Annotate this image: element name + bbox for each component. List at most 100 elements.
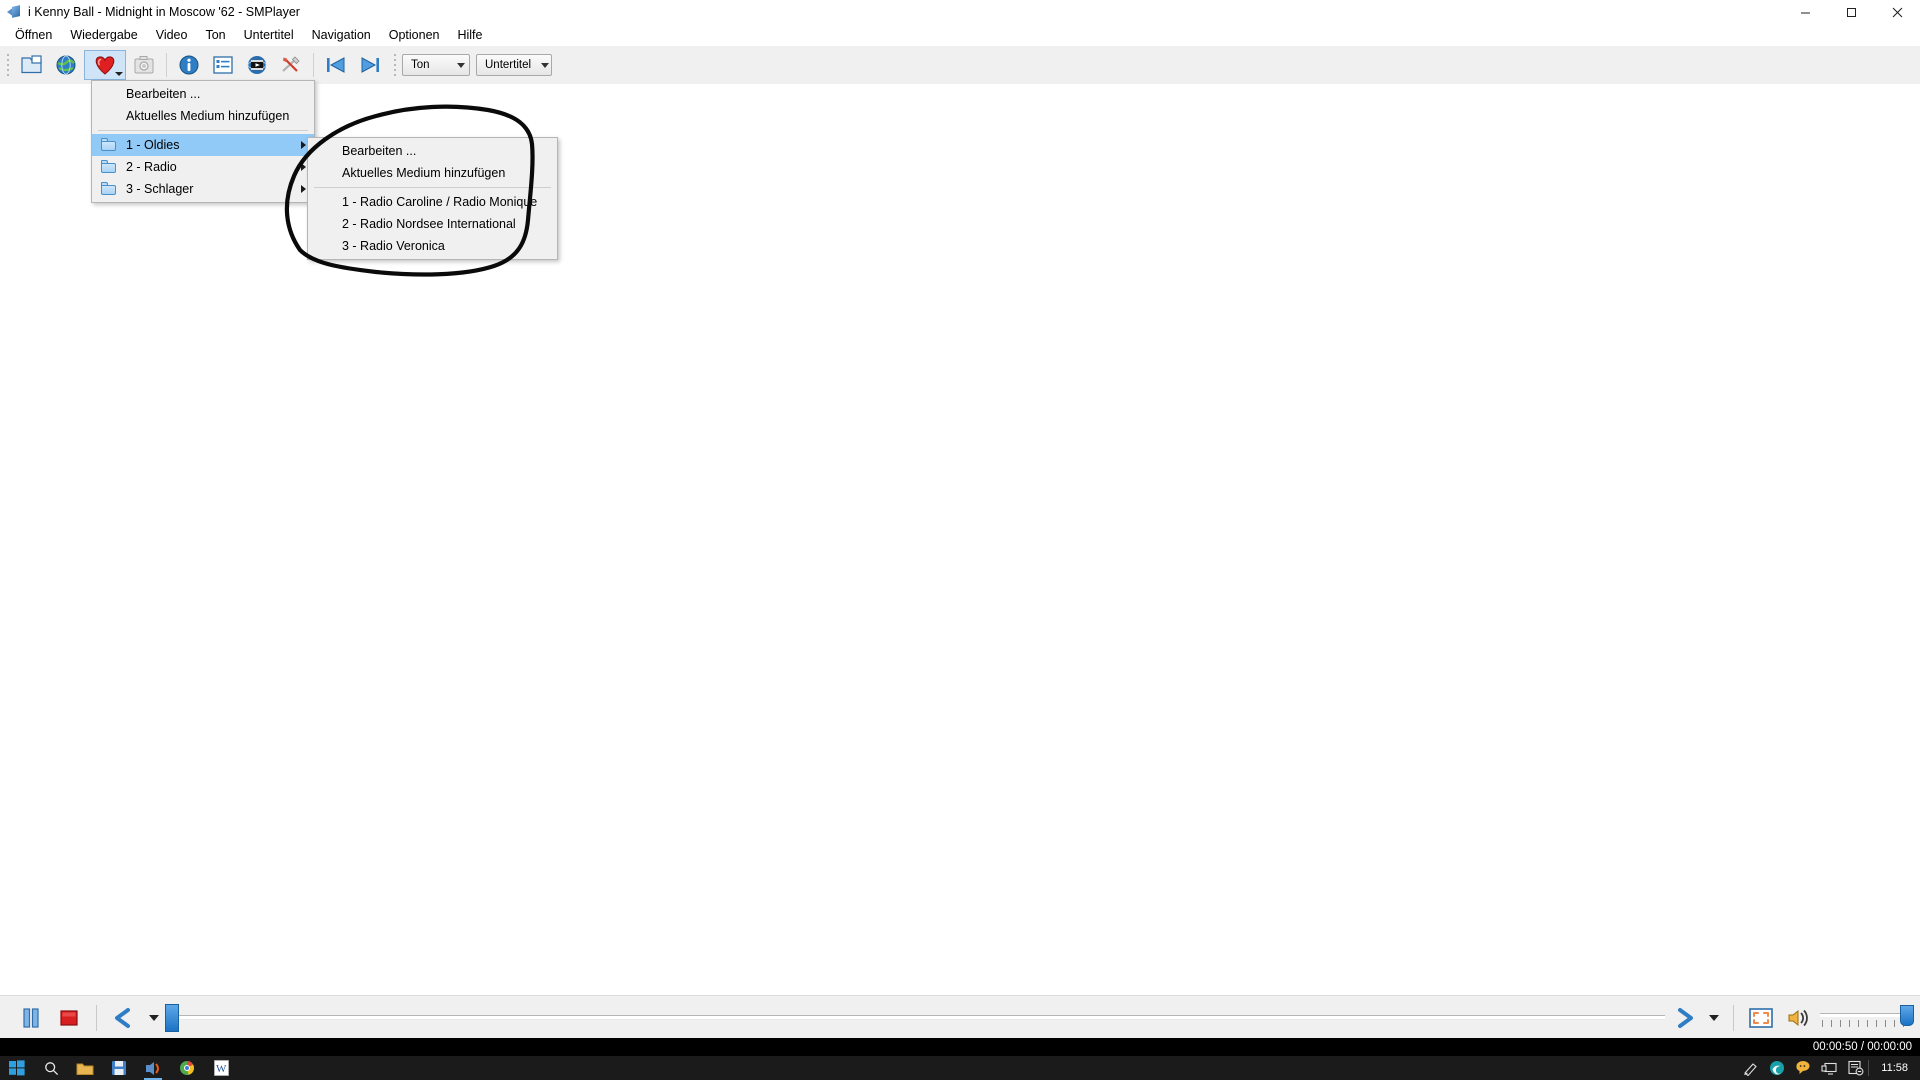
minimize-button[interactable] [1782,0,1828,24]
pen-icon [1744,1062,1758,1076]
rewind-icon [115,1007,130,1028]
menubar-item-video[interactable]: Video [147,26,197,44]
folder-icon [101,138,117,151]
open-url-button[interactable] [50,50,82,80]
volume-ticks [1822,1019,1912,1027]
tray-divider [1868,1060,1870,1076]
preferences-button[interactable] [275,50,307,80]
screenshot-button[interactable] [128,50,160,80]
taskbar-tray: 11:58 [1738,1056,1920,1080]
camera-icon [134,56,154,74]
search-button[interactable] [34,1056,68,1080]
menubar-item-ton[interactable]: Ton [196,26,234,44]
favorites-edit-label: Bearbeiten ... [126,87,201,101]
seek-track[interactable] [179,1015,1665,1020]
toolbar-grip[interactable] [4,52,12,78]
next-button[interactable] [354,50,386,80]
playlist-button[interactable] [207,50,239,80]
title-bar: i Kenny Ball - Midnight in Moscow '62 - … [0,0,1920,24]
volume-handle[interactable] [1900,1004,1914,1026]
taskbar-smplayer[interactable] [136,1056,170,1080]
favorites-folder-radio[interactable]: 2 - Radio [92,156,314,178]
skip-next-icon [361,57,379,73]
speaker-icon [1788,1009,1808,1026]
menubar-item-wiedergabe[interactable]: Wiedergabe [61,26,146,44]
volume-track[interactable] [1820,1012,1912,1017]
globe-icon [56,55,76,75]
submenu-add-current[interactable]: Aktuelles Medium hinzufügen [308,162,557,184]
menu-separator [98,130,308,131]
tray-edge-icon[interactable] [1764,1056,1790,1080]
submenu-edit[interactable]: Bearbeiten ... [308,140,557,162]
taskbar-clock[interactable]: 11:58 [1873,1062,1920,1074]
folder-icon [76,1063,94,1075]
pause-icon [23,1007,39,1028]
favorites-menu: Bearbeiten ... Aktuelles Medium hinzufüg… [91,80,315,203]
favorites-edit[interactable]: Bearbeiten ... [92,83,314,105]
tray-pen-icon[interactable] [1738,1056,1764,1080]
open-file-button[interactable] [16,50,48,80]
forward-dropdown[interactable] [1703,1001,1725,1035]
folder-icon [101,160,117,173]
submenu-station-2-label: 2 - Radio Nordsee International [342,217,516,231]
menubar-item-offnen[interactable]: Öffnen [6,26,61,44]
mute-button[interactable] [1780,1001,1818,1035]
chevron-right-icon [301,163,306,171]
submenu-station-1[interactable]: 1 - Radio Caroline / Radio Monique [308,191,557,213]
fullscreen-button[interactable] [1742,1001,1780,1035]
taskbar-word[interactable]: W [204,1056,238,1080]
submenu-station-3[interactable]: 3 - Radio Veronica [308,235,557,257]
seek-slider[interactable] [165,1001,1665,1035]
video-preview-button[interactable] [241,50,273,80]
chevron-down-icon [1709,1014,1719,1021]
smplayer-window: i Kenny Ball - Midnight in Moscow '62 - … [0,0,1920,1080]
chevron-down-icon[interactable] [115,72,123,76]
taskview-button[interactable] [68,1056,102,1080]
taskbar-browser[interactable] [170,1056,204,1080]
info-button[interactable] [173,50,205,80]
toolbar-grip-2[interactable] [391,52,399,78]
seek-handle[interactable] [165,1003,179,1032]
favorites-button[interactable] [84,50,126,80]
audio-track-label: Ton [411,59,430,71]
submenu-station-3-label: 3 - Radio Veronica [342,239,445,253]
menubar-item-untertitel[interactable]: Untertitel [235,26,303,44]
subtitle-track-combo[interactable]: Untertitel [476,54,552,76]
video-area[interactable] [0,84,1920,995]
smplayer-icon [6,4,22,20]
audio-track-combo[interactable]: Ton [402,54,470,76]
rewind-button[interactable] [105,1001,143,1035]
playlist-icon [213,56,233,74]
maximize-button[interactable] [1828,0,1874,24]
volume-slider[interactable] [1818,1001,1914,1035]
tools-icon [282,56,300,72]
previous-button[interactable] [320,50,352,80]
stop-button[interactable] [50,1001,88,1035]
menubar-item-optionen[interactable]: Optionen [380,26,449,44]
menu-separator [314,187,551,188]
tray-notification-icon[interactable] [1842,1056,1868,1080]
menubar-item-navigation[interactable]: Navigation [303,26,380,44]
favorites-folder-oldies[interactable]: 1 - Oldies [92,134,314,156]
chat-icon [1796,1061,1810,1074]
tray-display-icon[interactable] [1816,1056,1842,1080]
rewind-dropdown[interactable] [143,1001,165,1035]
favorites-folder-schlager[interactable]: 3 - Schlager [92,178,314,200]
close-button[interactable] [1874,0,1920,24]
info-icon [179,55,199,75]
submenu-station-2[interactable]: 2 - Radio Nordsee International [308,213,557,235]
forward-icon [1678,1007,1693,1028]
menubar-item-hilfe[interactable]: Hilfe [448,26,491,44]
pause-button[interactable] [12,1001,50,1035]
start-button[interactable] [0,1056,34,1080]
status-bar: 00:00:50 / 00:00:00 [0,1038,1920,1056]
taskbar-save-icon[interactable] [102,1056,136,1080]
tray-chat-icon[interactable] [1790,1056,1816,1080]
forward-button[interactable] [1665,1001,1703,1035]
control-separator [96,1004,97,1031]
favorites-add-current[interactable]: Aktuelles Medium hinzufügen [92,105,314,127]
submenu-edit-label: Bearbeiten ... [342,144,417,158]
chevron-down-icon [541,62,550,68]
chevron-right-icon [301,141,306,149]
chrome-icon [180,1061,194,1075]
